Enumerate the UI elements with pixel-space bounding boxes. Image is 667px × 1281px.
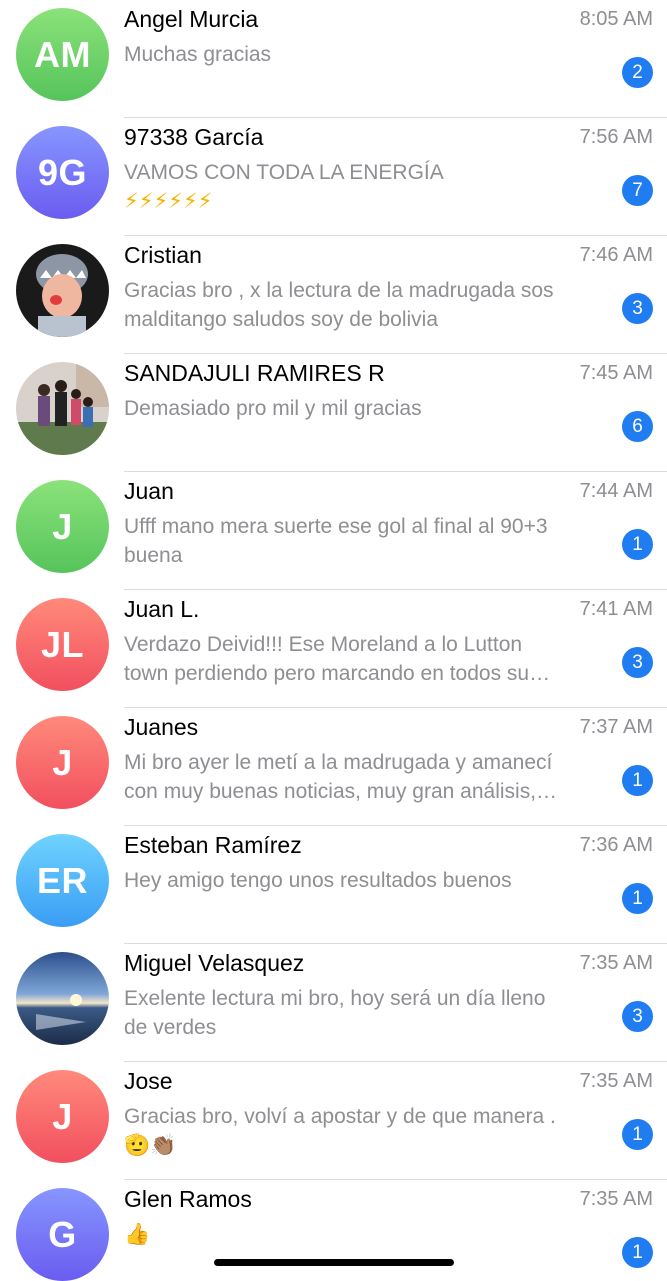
chat-preview-line1: Gracias bro, volví a apostar y de que ma… (124, 1105, 556, 1128)
chat-preview-line2: town perdiendo pero marcando en todos su… (124, 662, 551, 685)
chat-time: 7:56 AM (579, 126, 653, 148)
unread-badge: 1 (622, 883, 653, 914)
chat-preview-line2: con muy buenas noticias, muy gran anális… (124, 780, 558, 803)
avatar: JL (16, 598, 109, 691)
chat-time: 7:35 AM (579, 1188, 653, 1210)
chat-name: Angel Murcia (124, 6, 259, 32)
chat-preview: VAMOS CON TODA LA ENERGÍA ⚡⚡⚡⚡⚡⚡ (124, 158, 614, 216)
chat-time: 7:45 AM (579, 362, 653, 384)
chat-row-angel-murcia[interactable]: AM Angel Murcia 8:05 AM Muchas gracias 2 (0, 0, 667, 118)
chat-row-cristian[interactable]: Cristian 7:46 AM Gracias bro , x la lect… (0, 236, 667, 354)
avatar-initials: 9G (37, 151, 88, 193)
chat-time: 8:05 AM (579, 8, 653, 30)
chat-preview: Gracias bro, volví a apostar y de que ma… (124, 1102, 614, 1160)
chat-preview: Exelente lectura mi bro, hoy será un día… (124, 984, 614, 1042)
unread-badge: 7 (622, 175, 653, 206)
chat-preview-line1: VAMOS CON TODA LA ENERGÍA (124, 161, 444, 184)
chat-row-sandajuli-ramires[interactable]: SANDAJULI RAMIRES R 7:45 AM Demasiado pr… (0, 354, 667, 472)
unread-badge: 1 (622, 1119, 653, 1150)
chat-time: 7:46 AM (579, 244, 653, 266)
chat-preview-line1: Exelente lectura mi bro, hoy será un día… (124, 987, 546, 1010)
avatar-initials: ER (36, 859, 88, 901)
chat-name: Glen Ramos (124, 1186, 252, 1212)
avatar: AM (16, 8, 109, 101)
chat-name: Jose (124, 1068, 173, 1094)
chat-row-97338-garcia[interactable]: 9G 97338 García 7:56 AM VAMOS CON TODA L… (0, 118, 667, 236)
chat-preview-line2: de verdes (124, 1016, 217, 1039)
chat-row-esteban-ramirez[interactable]: ER Esteban Ramírez 7:36 AM Hey amigo ten… (0, 826, 667, 944)
chat-preview-line2: malditango saludos soy de bolivia (124, 308, 439, 331)
avatar-initials: JL (40, 623, 84, 665)
avatar: 9G (16, 126, 109, 219)
chat-preview: Verdazo Deivid!!! Ese Moreland a lo Lutt… (124, 630, 614, 688)
chat-preview: Muchas gracias (124, 40, 614, 69)
chat-time: 7:36 AM (579, 834, 653, 856)
chat-preview: Hey amigo tengo unos resultados buenos (124, 866, 614, 895)
unread-badge: 3 (622, 1001, 653, 1032)
chat-time: 7:44 AM (579, 480, 653, 502)
avatar: G (16, 1188, 109, 1281)
chat-time: 7:41 AM (579, 598, 653, 620)
unread-badge: 2 (622, 57, 653, 88)
chat-time: 7:35 AM (579, 952, 653, 974)
avatar-initials: G (48, 1213, 77, 1255)
chat-row-juan[interactable]: J Juan 7:44 AM Ufff mano mera suerte ese… (0, 472, 667, 590)
avatar-initials: AM (34, 33, 91, 75)
chat-row-juan-l[interactable]: JL Juan L. 7:41 AM Verdazo Deivid!!! Ese… (0, 590, 667, 708)
chat-row-jose[interactable]: J Jose 7:35 AM Gracias bro, volví a apos… (0, 1062, 667, 1180)
avatar-initials: J (52, 1095, 73, 1137)
chat-name: 97338 García (124, 124, 264, 150)
chat-preview-line1: 👍 (124, 1222, 151, 1246)
chat-preview-line1: Demasiado pro mil y mil gracias (124, 397, 422, 420)
chat-name: Cristian (124, 242, 202, 268)
home-indicator[interactable] (214, 1259, 454, 1266)
child-photo-icon (16, 244, 109, 337)
chat-name: Juan L. (124, 596, 200, 622)
chat-preview-line1: Verdazo Deivid!!! Ese Moreland a lo Lutt… (124, 633, 523, 656)
chat-preview-line1: Hey amigo tengo unos resultados buenos (124, 869, 512, 892)
chat-preview-line1: Mi bro ayer le metí a la madrugada y ama… (124, 751, 553, 774)
chat-preview-line2: 🫡👏🏽 (124, 1133, 177, 1157)
chat-row-miguel-velasquez[interactable]: Miguel Velasquez 7:35 AM Exelente lectur… (0, 944, 667, 1062)
chat-preview: Demasiado pro mil y mil gracias (124, 394, 614, 423)
chat-preview-line1: Gracias bro , x la lectura de la madruga… (124, 279, 554, 302)
chat-preview: Mi bro ayer le metí a la madrugada y ama… (124, 748, 614, 806)
unread-badge: 1 (622, 529, 653, 560)
chat-preview-line2: buena (124, 544, 183, 567)
chat-preview-line1: Muchas gracias (124, 43, 272, 66)
chat-preview: Gracias bro , x la lectura de la madruga… (124, 276, 614, 334)
unread-badge: 1 (622, 1237, 653, 1268)
chat-preview: 👍 (124, 1220, 614, 1249)
avatar: ER (16, 834, 109, 927)
avatar: J (16, 480, 109, 573)
chat-preview-line2: ⚡⚡⚡⚡⚡⚡ (124, 189, 213, 213)
avatar: J (16, 1070, 109, 1163)
chat-time: 7:35 AM (579, 1070, 653, 1092)
avatar-initials: J (52, 505, 73, 547)
avatar: J (16, 716, 109, 809)
avatar-photo (16, 362, 109, 455)
chat-preview: Ufff mano mera suerte ese gol al final a… (124, 512, 614, 570)
chat-time: 7:37 AM (579, 716, 653, 738)
sunset-photo-icon (16, 952, 109, 1045)
avatar-initials: J (52, 741, 73, 783)
chat-preview-line1: Ufff mano mera suerte ese gol al final a… (124, 515, 548, 538)
chat-name: SANDAJULI RAMIRES R (124, 360, 385, 386)
family-photo-icon (16, 362, 109, 455)
unread-badge: 6 (622, 411, 653, 442)
chat-name: Juanes (124, 714, 199, 740)
unread-badge: 3 (622, 647, 653, 678)
avatar-photo (16, 244, 109, 337)
unread-badge: 3 (622, 293, 653, 324)
avatar-photo (16, 952, 109, 1045)
chat-name: Juan (124, 478, 174, 504)
unread-badge: 1 (622, 765, 653, 796)
chat-name: Miguel Velasquez (124, 950, 305, 976)
chat-name: Esteban Ramírez (124, 832, 302, 858)
chat-row-juanes[interactable]: J Juanes 7:37 AM Mi bro ayer le metí a l… (0, 708, 667, 826)
